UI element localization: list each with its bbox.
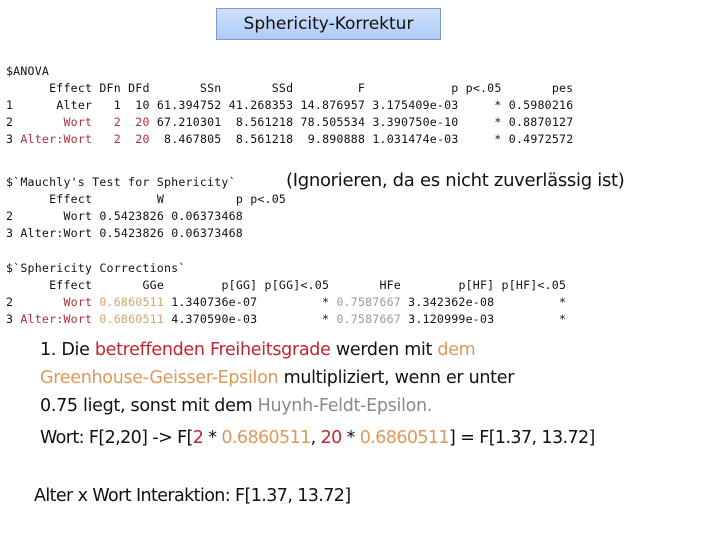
- explanation-line-2: Greenhouse-Geisser-Epsilon multipliziert…: [40, 368, 515, 388]
- corrections-row: 2 Wort 0.6860511 1.340736e-07 * 0.758766…: [6, 295, 567, 309]
- mauchly-row: 3 Alter:Wort 0.5423826 0.06373468: [6, 226, 243, 240]
- wort-formula: Wort: F[2,20] -> F[2 * 0.6860511, 20 * 0…: [40, 428, 595, 448]
- mauchly-row: 2 Wort 0.5423826 0.06373468: [6, 209, 243, 223]
- anova-row: 3 Alter:Wort 2 20 8.467805 8.561218 9.89…: [6, 132, 574, 146]
- mauchly-table: $`Mauchly's Test for Sphericity` Effect …: [6, 174, 286, 242]
- mauchly-header: Effect W p p<.05: [49, 192, 287, 206]
- slide-title: Sphericity-Korrektur: [216, 8, 441, 40]
- corrections-row: 3 Alter:Wort 0.6860511 4.370590e-03 * 0.…: [6, 312, 567, 326]
- mauchly-note: (Ignorieren, da es nicht zuverlässig ist…: [286, 170, 625, 191]
- corrections-header: Effect GGe p[GG] p[GG]<.05 HFe p[HF] p[H…: [49, 278, 567, 292]
- corrections-table: $`Sphericity Corrections` Effect GGe p[G…: [6, 260, 566, 328]
- anova-table: $ANOVA Effect DFn DFd SSn SSd F p p<.05 …: [6, 63, 573, 148]
- anova-label: $ANOVA: [6, 64, 50, 78]
- anova-row: 2 Wort 2 20 67.210301 8.561218 78.505534…: [6, 115, 574, 129]
- mauchly-label: $`Mauchly's Test for Sphericity`: [6, 175, 236, 189]
- anova-header: Effect DFn DFd SSn SSd F p p<.05 pes: [49, 81, 574, 95]
- anova-row: 1 Alter 1 10 61.394752 41.268353 14.8769…: [6, 98, 574, 112]
- explanation-line-3: 0.75 liegt, sonst mit dem Huynh-Feldt-Ep…: [40, 396, 433, 416]
- explanation-line-1: 1. Die betreffenden Freiheitsgrade werde…: [40, 340, 476, 360]
- corrections-label: $`Sphericity Corrections`: [6, 261, 186, 275]
- interaction-formula: Alter x Wort Interaktion: F[1.37, 13.72]: [34, 486, 351, 506]
- explanation-paragraph: 1. Die betreffenden Freiheitsgrade werde…: [40, 336, 514, 420]
